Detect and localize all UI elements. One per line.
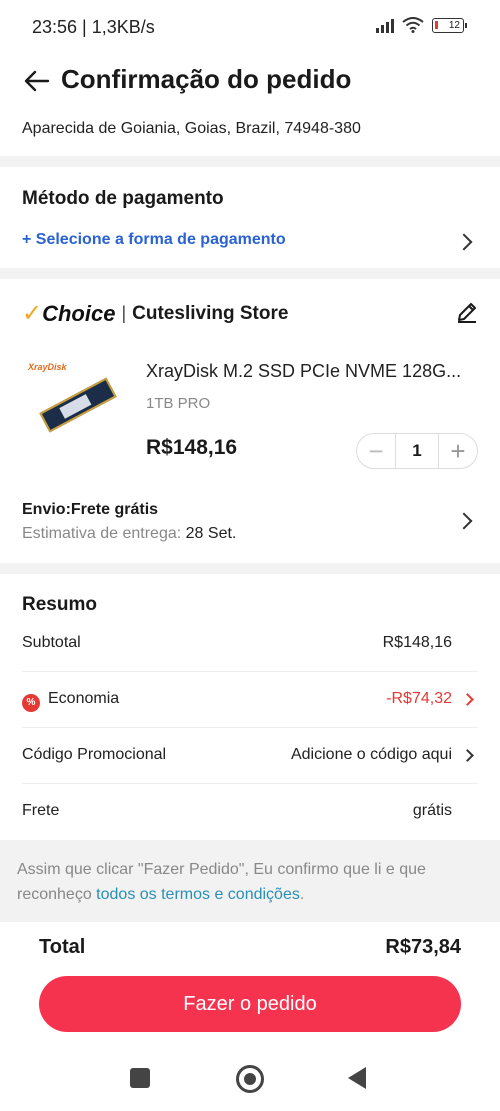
nav-recents-icon[interactable] <box>130 1068 150 1088</box>
top-bar: Confirmação do pedido <box>0 56 500 112</box>
chevron-right-icon[interactable] <box>455 233 473 251</box>
terms-suffix: . <box>299 886 305 903</box>
product-price: R$148,16 <box>146 436 238 459</box>
terms-notice: Assim que clicar "Fazer Pedido", Eu conf… <box>0 840 500 922</box>
store-header: ✓ Choice | Cutesliving Store <box>22 299 288 328</box>
ssd-image <box>39 377 117 433</box>
store-section: ✓ Choice | Cutesliving Store XrayDisk Xr… <box>0 279 500 563</box>
back-arrow-icon[interactable] <box>22 66 52 96</box>
choice-check-icon: ✓ <box>22 300 43 327</box>
place-order-button[interactable]: Fazer o pedido <box>39 976 461 1032</box>
address-line: Aparecida de Goiania, Goias, Brazil, 749… <box>22 120 361 137</box>
payment-heading: Método de pagamento <box>22 188 224 209</box>
economia-value: -R$74,32 <box>386 690 452 707</box>
shipping-heading[interactable]: Envio:Frete grátis <box>22 501 158 519</box>
summary-row-subtotal: Subtotal R$148,16 <box>22 616 478 672</box>
summary-row-frete: Frete grátis <box>22 784 478 840</box>
discount-icon: % <box>22 694 40 712</box>
promo-value[interactable]: Adicione o código aqui <box>291 746 452 764</box>
subtotal-value: R$148,16 <box>382 634 452 651</box>
wifi-icon <box>402 17 424 33</box>
product-variant[interactable]: 1TB PRO <box>146 395 210 412</box>
payment-section: Método de pagamento + Selecione a forma … <box>0 167 500 268</box>
battery-icon: 12 <box>432 17 467 33</box>
summary-row-promo[interactable]: Código Promocional Adicione o código aqu… <box>22 728 478 784</box>
store-separator: | <box>121 303 127 323</box>
pencil-icon[interactable] <box>456 301 478 323</box>
plus-icon[interactable]: + <box>439 434 477 468</box>
chevron-right-icon[interactable] <box>461 693 474 706</box>
subtotal-label: Subtotal <box>22 634 81 651</box>
choice-label: Choice <box>42 300 116 326</box>
store-name[interactable]: Cutesliving Store <box>132 303 288 325</box>
status-time: 23:56 | 1,3KB/s <box>32 17 155 37</box>
nav-back-icon[interactable] <box>348 1067 366 1089</box>
chevron-right-icon[interactable] <box>455 512 473 530</box>
promo-label: Código Promocional <box>22 746 167 763</box>
summary-row-economia[interactable]: % Economia -R$74,32 <box>22 672 478 728</box>
summary-heading: Resumo <box>22 594 97 615</box>
system-nav-bar <box>0 1050 500 1106</box>
frete-value: grátis <box>412 802 452 819</box>
shipping-estimate: Estimativa de entrega: 28 Set. <box>22 525 236 543</box>
product-brand: XrayDisk <box>28 362 67 372</box>
economia-label: Economia <box>48 690 120 707</box>
select-payment-link[interactable]: + Selecione a forma de pagamento <box>22 231 286 249</box>
status-bar: 23:56 | 1,3KB/s 12 <box>0 0 500 56</box>
frete-label: Frete <box>22 802 60 819</box>
product-title[interactable]: XrayDisk M.2 SSD PCIe NVME 128G... <box>146 361 476 382</box>
product-thumbnail[interactable]: XrayDisk <box>22 362 117 448</box>
battery-level: 12 <box>448 19 460 31</box>
total-value: R$73,84 <box>385 936 461 958</box>
address-section[interactable]: Aparecida de Goiania, Goias, Brazil, 749… <box>0 112 500 156</box>
nav-home-icon[interactable] <box>236 1065 264 1093</box>
summary-section: Resumo Subtotal R$148,16 % Economia -R$74… <box>0 574 500 840</box>
total-label: Total <box>39 936 86 958</box>
status-icons: 12 <box>376 17 467 33</box>
terms-link[interactable]: todos os termos e condições <box>96 886 300 903</box>
minus-icon[interactable]: − <box>357 434 395 468</box>
quantity-stepper: − 1 + <box>356 433 478 469</box>
estimate-value: 28 Set. <box>185 525 237 542</box>
quantity-value[interactable]: 1 <box>395 434 439 468</box>
chevron-right-icon[interactable] <box>461 749 474 762</box>
estimate-label: Estimativa de entrega: <box>22 525 182 542</box>
page-title: Confirmação do pedido <box>61 64 352 94</box>
signal-icon <box>376 17 394 33</box>
